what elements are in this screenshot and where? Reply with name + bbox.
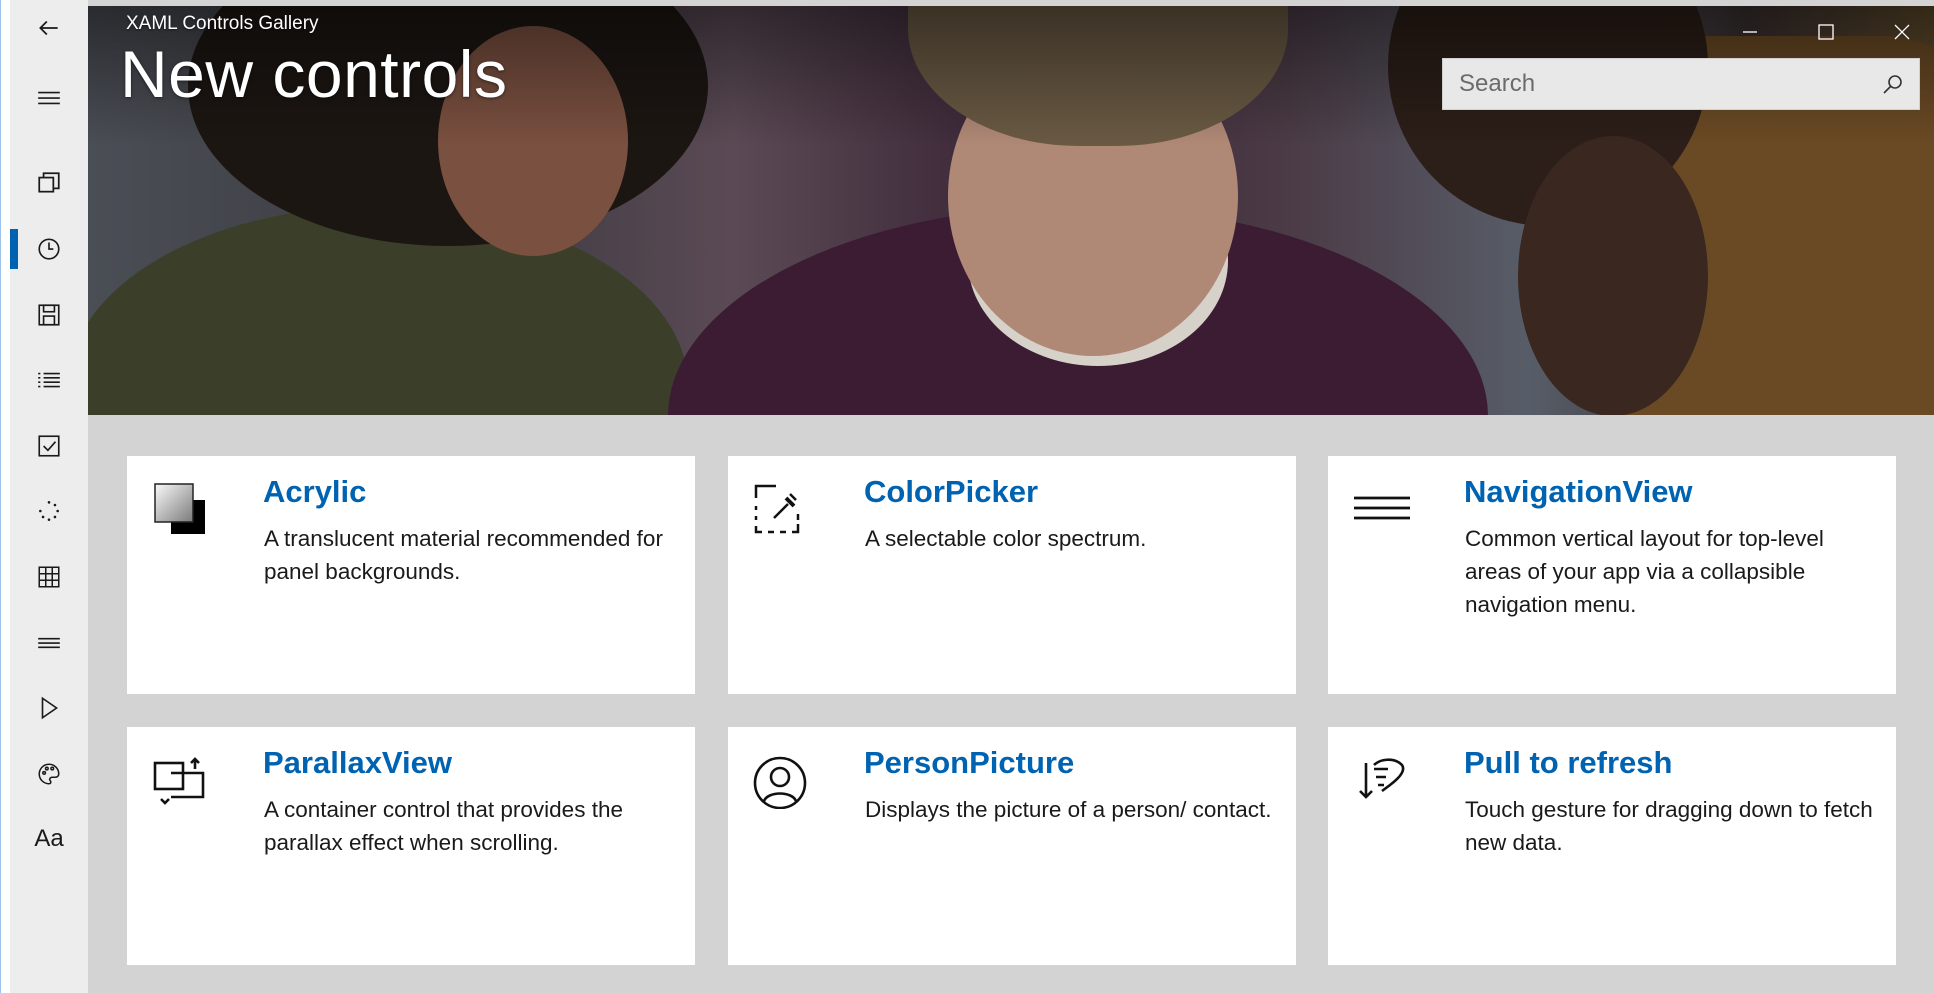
card-description: Displays the picture of a person/ contac… xyxy=(865,797,1272,822)
nav-item-grid[interactable] xyxy=(10,549,88,605)
nav-item-list[interactable] xyxy=(10,352,88,408)
nav-rail: Aa xyxy=(10,0,88,993)
all-controls-icon xyxy=(38,172,60,193)
card-description: A container control that provides the pa… xyxy=(264,797,623,855)
close-icon xyxy=(1894,24,1910,40)
parallax-view-icon xyxy=(153,757,205,805)
back-arrow-icon xyxy=(39,20,58,36)
search-icon[interactable] xyxy=(1881,72,1905,96)
save-icon xyxy=(38,304,60,326)
nav-item-menu[interactable] xyxy=(10,615,88,671)
page-title: New controls xyxy=(120,37,508,111)
card-description: A selectable color spectrum. xyxy=(865,526,1147,551)
acrylic-icon xyxy=(154,483,205,534)
clock-icon xyxy=(38,238,60,260)
nav-item-new-controls[interactable] xyxy=(10,221,88,277)
nav-item-save[interactable] xyxy=(10,287,88,343)
card-description: Touch gesture for dragging down to fetch… xyxy=(1465,797,1873,855)
nav-item-typography[interactable]: Aa xyxy=(10,811,88,867)
menu-lines-icon xyxy=(38,637,60,649)
app-title: XAML Controls Gallery xyxy=(126,13,319,34)
card-acrylic[interactable]: Acrylic A translucent material recommend… xyxy=(127,456,695,694)
search-box xyxy=(1442,58,1920,110)
hamburger-menu-button[interactable] xyxy=(10,70,88,126)
card-title: ParallaxView xyxy=(263,745,453,780)
nav-item-all-controls[interactable] xyxy=(10,155,88,211)
nav-item-styles[interactable] xyxy=(10,746,88,802)
card-personpicture[interactable]: PersonPicture Displays the picture of a … xyxy=(728,727,1296,965)
card-navigationview[interactable]: NavigationView Common vertical layout fo… xyxy=(1328,456,1896,694)
checkbox-icon xyxy=(38,435,60,457)
list-icon xyxy=(38,372,60,388)
card-parallaxview[interactable]: ParallaxView A container control that pr… xyxy=(127,727,695,965)
card-title: Acrylic xyxy=(263,474,367,509)
progress-ring-icon xyxy=(39,501,59,521)
minimize-button[interactable] xyxy=(1722,10,1778,54)
play-icon xyxy=(41,696,59,720)
card-title: ColorPicker xyxy=(864,474,1039,509)
navigation-view-icon xyxy=(1354,496,1410,520)
window-border xyxy=(0,0,10,993)
card-description: A translucent material recommended for p… xyxy=(264,526,663,584)
typography-icon: Aa xyxy=(34,825,64,852)
pull-to-refresh-icon xyxy=(1359,758,1405,799)
maximize-icon xyxy=(1818,24,1834,40)
color-picker-icon xyxy=(754,484,800,534)
card-colorpicker[interactable]: ColorPicker A selectable color spectrum. xyxy=(728,456,1296,694)
hamburger-menu-icon xyxy=(38,91,60,105)
maximize-button[interactable] xyxy=(1798,10,1854,54)
card-title: NavigationView xyxy=(1464,474,1693,509)
nav-item-checkbox[interactable] xyxy=(10,418,88,474)
palette-icon xyxy=(38,763,60,785)
grid-icon xyxy=(38,566,60,588)
search-input[interactable] xyxy=(1443,61,1879,107)
back-button[interactable] xyxy=(10,0,88,56)
card-description: Common vertical layout for top-level are… xyxy=(1465,526,1824,617)
person-picture-icon xyxy=(753,756,807,809)
nav-item-media[interactable] xyxy=(10,680,88,736)
hero-figure xyxy=(1518,136,1708,415)
close-button[interactable] xyxy=(1874,10,1930,54)
minimize-icon xyxy=(1743,31,1757,33)
card-title: Pull to refresh xyxy=(1464,745,1673,780)
nav-item-progress[interactable] xyxy=(10,483,88,539)
card-title: PersonPicture xyxy=(864,745,1075,780)
card-pulltorefresh[interactable]: Pull to refresh Touch gesture for draggi… xyxy=(1328,727,1896,965)
